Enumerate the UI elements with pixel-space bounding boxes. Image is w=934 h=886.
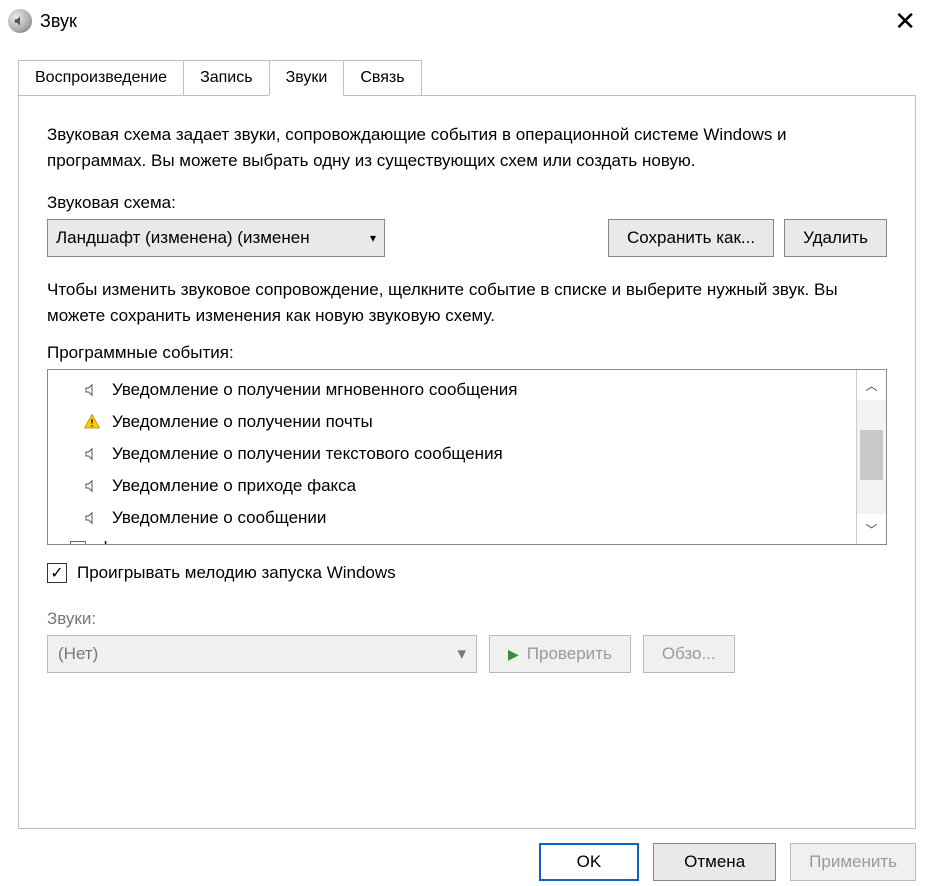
- tab-playback[interactable]: Воспроизведение: [18, 60, 184, 96]
- titlebar: Звук ✕: [0, 0, 934, 42]
- sounds-row: (Нет) ▾ ▶ Проверить Обзо...: [47, 635, 887, 673]
- tab-sounds[interactable]: Звуки: [269, 60, 345, 96]
- event-row[interactable]: Уведомление о получении мгновенного сооб…: [48, 374, 856, 406]
- tab-recording[interactable]: Запись: [183, 60, 270, 96]
- scheme-select-value: Ландшафт (изменена) (изменен: [56, 228, 310, 248]
- delete-button[interactable]: Удалить: [784, 219, 887, 257]
- events-list[interactable]: Уведомление о получении мгновенного сооб…: [48, 370, 856, 544]
- startup-sound-checkbox-row: ✓ Проигрывать мелодию запуска Windows: [47, 563, 887, 583]
- event-row[interactable]: Уведомление о сообщении: [48, 502, 856, 534]
- apply-button[interactable]: Применить: [790, 843, 916, 881]
- scheme-select[interactable]: Ландшафт (изменена) (изменен ▾: [47, 219, 385, 257]
- events-listbox: Уведомление о получении мгновенного сооб…: [47, 369, 887, 545]
- window-icon: [68, 541, 88, 544]
- sounds-panel: Звуковая схема задает звуки, сопровождаю…: [18, 95, 916, 829]
- scheme-description: Звуковая схема задает звуки, сопровождаю…: [47, 122, 887, 175]
- warning-icon: [82, 413, 102, 431]
- browse-button[interactable]: Обзо...: [643, 635, 735, 673]
- play-icon: ▶: [508, 646, 519, 663]
- titlebar-left: Звук: [8, 9, 77, 33]
- event-label: Уведомление о получении текстового сообщ…: [112, 444, 503, 464]
- startup-sound-label: Проигрывать мелодию запуска Windows: [77, 563, 396, 583]
- event-row[interactable]: Уведомление о приходе факса: [48, 470, 856, 502]
- sounds-select-value: (Нет): [58, 644, 98, 664]
- event-row[interactable]: Уведомление о получении почты: [48, 406, 856, 438]
- dialog-footer: OK Отмена Применить: [0, 829, 934, 881]
- close-button[interactable]: ✕: [886, 8, 924, 34]
- event-group-label: devenv: [98, 538, 153, 544]
- event-group-row[interactable]: devenv: [48, 534, 856, 544]
- tab-strip: Воспроизведение Запись Звуки Связь: [18, 60, 934, 96]
- chevron-down-icon: ▾: [370, 231, 376, 245]
- event-row[interactable]: Уведомление о получении текстового сообщ…: [48, 438, 856, 470]
- app-icon: [8, 9, 32, 33]
- scroll-thumb[interactable]: [860, 430, 883, 480]
- sounds-label: Звуки:: [47, 609, 887, 629]
- speaker-icon: [82, 446, 102, 462]
- scheme-row: Ландшафт (изменена) (изменен ▾ Сохранить…: [47, 219, 887, 257]
- sounds-select[interactable]: (Нет) ▾: [47, 635, 477, 673]
- cancel-button[interactable]: Отмена: [653, 843, 776, 881]
- test-button[interactable]: ▶ Проверить: [489, 635, 631, 673]
- event-label: Уведомление о приходе факса: [112, 476, 356, 496]
- scroll-up-button[interactable]: ︿: [857, 370, 886, 400]
- startup-sound-checkbox[interactable]: ✓: [47, 563, 67, 583]
- tab-communications[interactable]: Связь: [343, 60, 421, 96]
- speaker-icon: [82, 510, 102, 526]
- events-label: Программные события:: [47, 343, 887, 363]
- ok-button[interactable]: OK: [539, 843, 640, 881]
- window-title: Звук: [40, 11, 77, 32]
- event-label: Уведомление о получении почты: [112, 412, 373, 432]
- scroll-track[interactable]: [857, 400, 886, 514]
- event-label: Уведомление о получении мгновенного сооб…: [112, 380, 518, 400]
- events-description: Чтобы изменить звуковое сопровождение, щ…: [47, 277, 887, 330]
- test-button-label: Проверить: [527, 644, 612, 664]
- event-label: Уведомление о сообщении: [112, 508, 326, 528]
- scrollbar[interactable]: ︿ ﹀: [856, 370, 886, 544]
- scheme-label: Звуковая схема:: [47, 193, 887, 213]
- save-as-button[interactable]: Сохранить как...: [608, 219, 774, 257]
- speaker-icon: [82, 382, 102, 398]
- scroll-down-button[interactable]: ﹀: [857, 514, 886, 544]
- speaker-icon: [82, 478, 102, 494]
- chevron-down-icon: ▾: [457, 644, 466, 664]
